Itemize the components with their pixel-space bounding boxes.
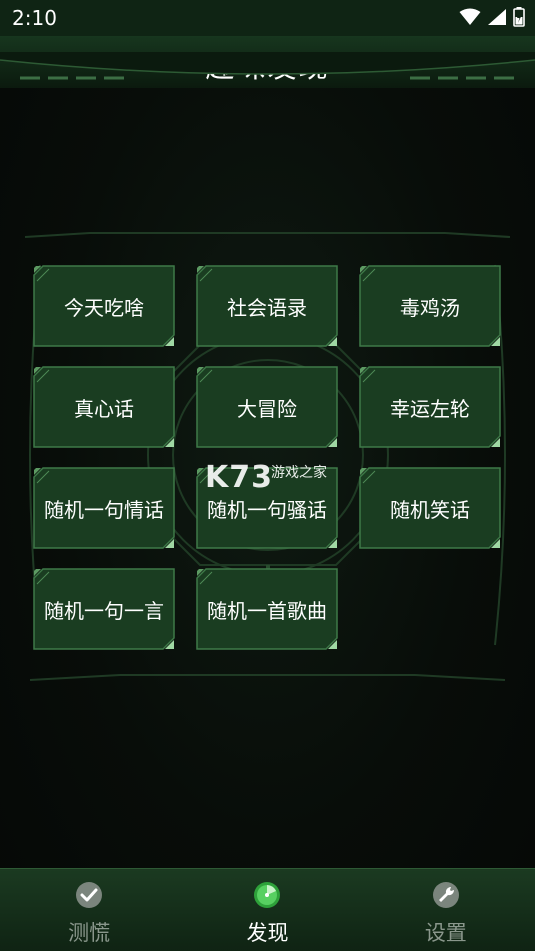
header-decoration [0, 52, 535, 80]
tile-label: 幸运左轮 [390, 396, 470, 421]
watermark-text: 游戏之家 [271, 465, 327, 481]
status-icons [459, 7, 525, 27]
tile-label: 真心话 [74, 396, 134, 421]
nav-label-settings: 设置 [424, 921, 467, 945]
tile-toxic-chicken-soup[interactable]: 毒鸡汤 [359, 265, 501, 347]
tile-random-love-line[interactable]: 随机一句情话 [33, 467, 175, 549]
signal-icon [488, 9, 506, 25]
tile-random-joke[interactable]: 随机笑话 [359, 467, 501, 549]
status-bar: 2:10 [0, 0, 535, 36]
tile-random-song[interactable]: 随机一首歌曲 [196, 568, 338, 650]
tile-lucky-revolver[interactable]: 幸运左轮 [359, 366, 501, 448]
tile-label: 随机一首歌曲 [207, 598, 327, 623]
nav-item-settings[interactable]: 设置 [357, 869, 535, 951]
tile-label: 社会语录 [227, 295, 307, 320]
tile-truth[interactable]: 真心话 [33, 366, 175, 448]
watermark-brand: K73 [205, 460, 273, 495]
tile-label: 随机笑话 [390, 497, 470, 522]
nav-label-test: 测慌 [68, 921, 111, 945]
nav-item-test[interactable]: 测慌 [0, 869, 178, 951]
battery-charging-icon [513, 7, 525, 27]
tile-label: 今天吃啥 [64, 295, 144, 320]
wrench-icon [432, 882, 459, 908]
tile-label: 随机一句骚话 [207, 497, 327, 522]
tile-dare[interactable]: 大冒险 [196, 366, 338, 448]
tile-label: 毒鸡汤 [400, 295, 460, 320]
status-time: 2:10 [12, 6, 57, 30]
tile-label: 随机一句一言 [44, 598, 164, 623]
app-screen: 2:10 趣味发现 [0, 0, 535, 951]
tile-label: 大冒险 [237, 396, 297, 421]
radar-icon [254, 882, 281, 908]
wifi-icon [459, 8, 481, 25]
tile-what-to-eat[interactable]: 今天吃啥 [33, 265, 175, 347]
tile-random-quote[interactable]: 随机一句一言 [33, 568, 175, 650]
nav-item-discover[interactable]: 发现 [178, 869, 356, 951]
nav-label-discover: 发现 [246, 921, 289, 945]
check-circle-icon [76, 882, 103, 908]
bottom-nav: 测慌 发现 设置 [0, 868, 535, 951]
tile-label: 随机一句情话 [44, 497, 164, 522]
tile-social-quotes[interactable]: 社会语录 [196, 265, 338, 347]
